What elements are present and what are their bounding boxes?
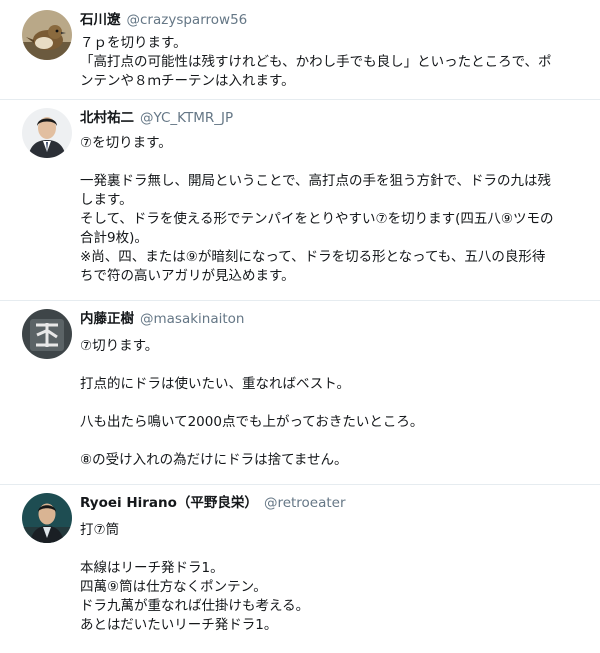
text-line <box>80 394 580 413</box>
text-line: します。 <box>80 192 133 208</box>
tweet-text: ７ｐを切ります。 「高打点の可能性は残すけれども、かわし手でも良し」といったとこ… <box>80 34 580 91</box>
text-line: 本線はリーチ発ドラ1。 <box>80 560 224 576</box>
text-line: 打点的にドラは使いたい、重なればベスト。 <box>80 376 350 392</box>
kanji-logo-avatar-icon[interactable] <box>22 309 72 359</box>
user-handle[interactable]: @masakinaiton <box>140 311 245 327</box>
display-name[interactable]: Ryoei Hirano（平野良栄） <box>80 495 258 511</box>
text-line: 打⑦筒 <box>80 522 120 538</box>
man-in-suit-avatar-icon[interactable] <box>22 493 72 543</box>
user-handle[interactable]: @crazysparrow56 <box>127 12 248 28</box>
man-in-suit-avatar-icon[interactable] <box>22 108 72 158</box>
text-line <box>80 432 580 451</box>
display-name[interactable]: 石川遼 <box>80 12 121 28</box>
tweet-header: 北村祐二 @YC_KTMR_JP <box>80 110 233 126</box>
display-name[interactable]: 内藤正樹 <box>80 311 134 327</box>
text-line: あとはだいたいリーチ発ドラ1。 <box>80 617 278 633</box>
text-line <box>80 540 580 559</box>
display-name[interactable]: 北村祐二 <box>80 110 134 126</box>
tweet-text: ⑦切ります。 打点的にドラは使いたい、重なればベスト。 八も出たら鳴いて2000… <box>80 337 580 470</box>
tweet-text: ⑦を切ります。 一発裏ドラ無し、開局ということで、高打点の手を狙う方針で、ドラの… <box>80 134 580 286</box>
text-line: 「高打点の可能性は残すけれども、かわし手でも良し」といったところで、ポ <box>80 54 552 70</box>
tweet-header: 内藤正樹 @masakinaiton <box>80 311 245 327</box>
user-handle[interactable]: @YC_KTMR_JP <box>140 110 233 126</box>
text-line: ⑦切ります。 <box>80 338 159 354</box>
text-line <box>80 356 580 375</box>
text-line <box>80 153 580 172</box>
text-line: ７ｐを切ります。 <box>80 35 187 51</box>
text-line: ⑧の受け入れの為だけにドラは捨てません。 <box>80 452 348 468</box>
text-line: 一発裏ドラ無し、開局ということで、高打点の手を狙う方針で、ドラの九は残 <box>80 173 552 189</box>
tweet-header: Ryoei Hirano（平野良栄） @retroeater <box>80 495 346 511</box>
user-handle[interactable]: @retroeater <box>264 495 346 511</box>
text-line: ⑦を切ります。 <box>80 135 172 151</box>
text-line: ドラ九萬が重なれば仕掛けも考える。 <box>80 598 310 614</box>
text-line: 合計9枚)。 <box>80 230 148 246</box>
text-line: 八も出たら鳴いて2000点でも上がっておきたいところ。 <box>80 414 424 430</box>
sparrow-bird-avatar-icon[interactable] <box>22 10 72 60</box>
text-line: ンテンや８ｍチーテンは入れます。 <box>80 73 295 89</box>
tweet-header: 石川遼 @crazysparrow56 <box>80 12 247 28</box>
text-line: ※尚、四、または⑨が暗刻になって、ドラを切る形となっても、五八の良形待 <box>80 249 546 265</box>
text-line: そして、ドラを使える形でテンパイをとりやすい⑦を切ります(四五八⑨ツモの <box>80 211 554 227</box>
text-line: 四萬⑨筒は仕方なくポンテン。 <box>80 579 267 595</box>
text-line: ちで符の高いアガリが見込めます。 <box>80 268 295 284</box>
tweet-text: 打⑦筒 本線はリーチ発ドラ1。 四萬⑨筒は仕方なくポンテン。 ドラ九萬が重なれば… <box>80 521 580 635</box>
